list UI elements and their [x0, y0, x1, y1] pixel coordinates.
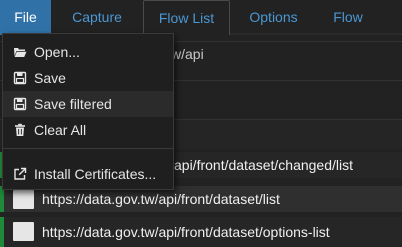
- file-menu-dropdown: Open... Save Save filtered Clear All Ins…: [2, 33, 174, 190]
- menu-item-label: Open...: [34, 44, 80, 60]
- flow-row[interactable]: https://data.gov.tw/api/front/dataset/op…: [0, 217, 402, 247]
- folder-open-icon: [14, 48, 27, 57]
- trash-icon: [15, 123, 25, 136]
- document-icon: [13, 190, 34, 209]
- menu-item-label: Clear All: [34, 122, 87, 138]
- menu-item-save-filtered[interactable]: Save filtered: [3, 91, 173, 117]
- floppy-disk-icon: [13, 71, 27, 85]
- menu-item-clear-all[interactable]: Clear All: [3, 117, 173, 143]
- flow-url: https://data.gov.tw/api/front/dataset/op…: [42, 224, 330, 240]
- menu-item-label: Save filtered: [34, 96, 112, 112]
- menu-item-open[interactable]: Open...: [3, 39, 173, 65]
- filter-input-value[interactable]: w/api: [171, 46, 204, 62]
- menu-separator: [3, 148, 173, 149]
- floppy-disk-icon: [13, 97, 27, 111]
- tab-options[interactable]: Options: [236, 0, 311, 34]
- tab-flow[interactable]: Flow: [318, 0, 378, 34]
- flow-url: https://data.gov.tw/api/front/dataset/li…: [42, 191, 280, 207]
- external-link-icon: [14, 167, 27, 180]
- flow-url: api/front/dataset/changed/list: [174, 157, 354, 173]
- mitmweb-app: File Capture Flow List Options Flow w/ap…: [0, 0, 402, 247]
- tab-capture[interactable]: Capture: [57, 0, 137, 34]
- menu-item-install-certificates[interactable]: Install Certificates...: [3, 161, 173, 187]
- tab-flow-list[interactable]: Flow List: [143, 0, 230, 35]
- status-indicator: [0, 217, 4, 247]
- main-menubar: File Capture Flow List Options Flow: [0, 0, 402, 35]
- menu-item-save[interactable]: Save: [3, 65, 173, 91]
- menu-item-label: Install Certificates...: [34, 166, 157, 182]
- menu-item-label: Save: [34, 70, 66, 86]
- tab-file[interactable]: File: [0, 0, 51, 35]
- document-icon: [13, 222, 34, 241]
